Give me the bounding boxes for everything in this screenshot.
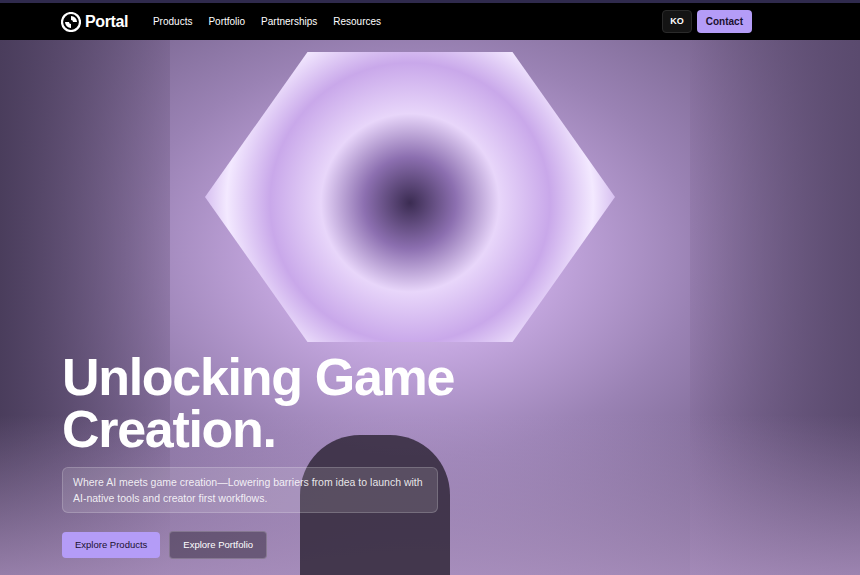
portal-logo-icon: [61, 12, 81, 32]
hero: Unlocking GameCreation. Where AI meets ga…: [0, 40, 860, 575]
nav-actions: KOContact: [662, 10, 752, 34]
nav-link[interactable]: Partnerships: [261, 14, 317, 29]
hero-subtitle-box: Where AI meets game creation—Lowering ba…: [62, 467, 438, 513]
nav-link[interactable]: Portfolio: [208, 14, 245, 29]
logo[interactable]: Portal: [61, 10, 128, 34]
contact-button[interactable]: Contact: [697, 10, 752, 33]
nav-link[interactable]: Products: [153, 14, 192, 29]
language-button[interactable]: KO: [662, 10, 692, 34]
hero-content: Unlocking GameCreation. Where AI meets ga…: [0, 40, 860, 575]
hero-subtitle: Where AI meets game creation—Lowering ba…: [73, 474, 427, 506]
hero-title-line: Creation.: [62, 403, 860, 455]
hero-title-line: Unlocking Game: [62, 351, 860, 403]
nav-links: Products Portfolio Partnerships Resources: [153, 14, 381, 29]
explore-portfolio-button[interactable]: Explore Portfolio: [169, 531, 267, 559]
nav-bar: Portal Products Portfolio Partnerships Resou…: [0, 0, 860, 40]
hero-buttons: Explore Products Explore Portfolio: [62, 531, 860, 559]
logo-text: Portal: [85, 10, 128, 34]
page: Portal Products Portfolio Partnerships Resou…: [0, 0, 860, 575]
nav-link[interactable]: Resources: [333, 14, 381, 29]
explore-products-button[interactable]: Explore Products: [62, 532, 160, 558]
hero-title: Unlocking GameCreation.: [62, 351, 860, 455]
